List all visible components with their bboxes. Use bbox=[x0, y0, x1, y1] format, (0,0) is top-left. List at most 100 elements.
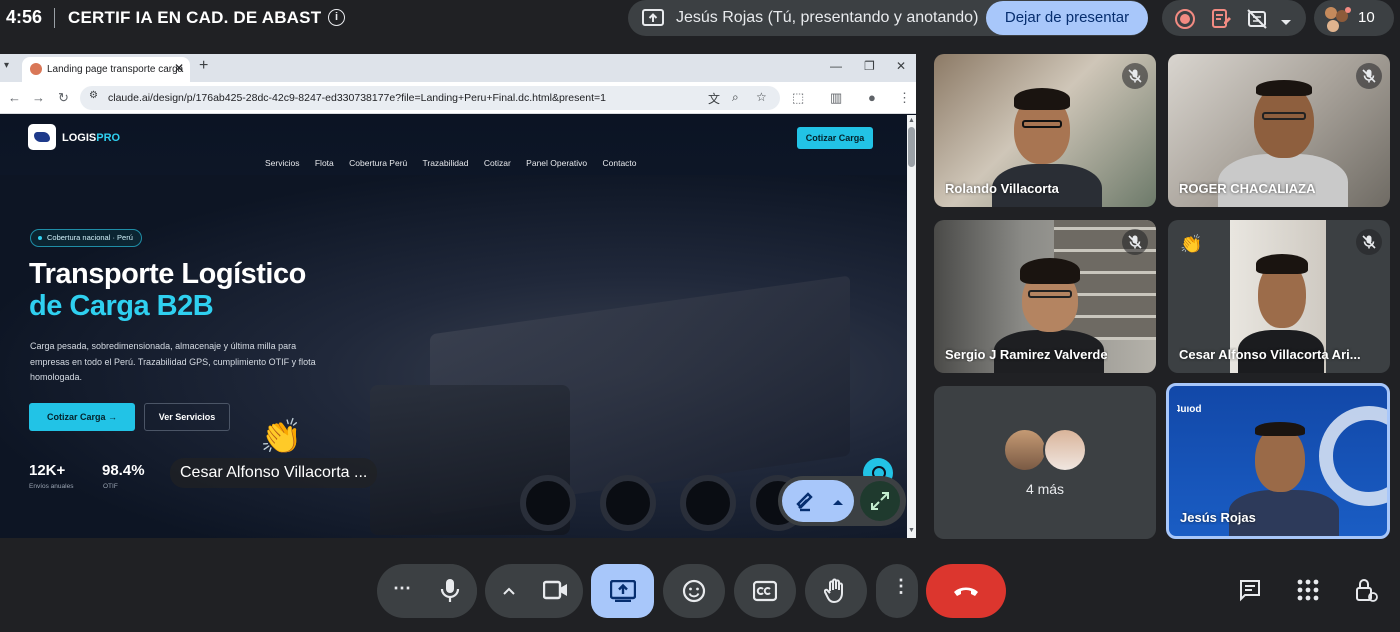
hang-up-icon bbox=[954, 587, 978, 596]
activities-icon[interactable] bbox=[1296, 578, 1320, 607]
coverage-badge: Cobertura nacional · Perú bbox=[30, 229, 142, 247]
url-input[interactable]: ⚙ claude.ai/design/p/176ab425-28dc-42c9-… bbox=[80, 86, 780, 110]
site-logo-icon[interactable] bbox=[28, 124, 56, 150]
nav-cobertura[interactable]: Cobertura Perú bbox=[349, 158, 407, 168]
site-nav: Servicios Flota Cobertura Perú Trazabili… bbox=[265, 158, 650, 168]
quote-cargo-button[interactable]: Cotizar Carga → bbox=[29, 403, 135, 431]
participant-name: Jesús Rojas bbox=[1180, 510, 1256, 525]
more-options-button[interactable]: ⋮ bbox=[876, 564, 918, 618]
site-info-icon[interactable]: ⚙ bbox=[89, 90, 98, 101]
meet-top-bar: 4:56 CERTIF IA EN CAD. DE ABAST i Jesús … bbox=[0, 0, 1400, 36]
participant-name: Cesar Alfonso Villacorta Ari... bbox=[1179, 347, 1361, 362]
browser-tab[interactable]: Landing page transporte carga ✕ bbox=[22, 57, 190, 82]
kebab-menu-icon: ⋮ bbox=[892, 576, 910, 596]
back-icon[interactable]: ← bbox=[8, 90, 21, 105]
stop-presenting-button[interactable]: Dejar de presentar bbox=[986, 1, 1148, 35]
chat-icon[interactable] bbox=[1238, 578, 1262, 607]
clock: 4:56 bbox=[6, 7, 43, 27]
participants-button[interactable]: 10 bbox=[1314, 0, 1394, 36]
leave-call-button[interactable] bbox=[926, 564, 1006, 618]
hero-headline: Transporte Logístico bbox=[29, 258, 306, 290]
record-icon[interactable] bbox=[1174, 8, 1196, 35]
truck-wheel bbox=[680, 475, 736, 531]
stat-value: 98.4% bbox=[102, 462, 145, 479]
present-screen-icon bbox=[642, 8, 664, 33]
captions-off-icon[interactable] bbox=[1246, 8, 1268, 35]
camera-icon bbox=[543, 580, 567, 600]
forward-icon[interactable]: → bbox=[32, 90, 45, 105]
divider bbox=[54, 8, 55, 28]
clap-reaction-icon: 👏 bbox=[260, 418, 303, 456]
extensions-icon[interactable]: ⬚ bbox=[792, 90, 804, 106]
reactions-button[interactable] bbox=[663, 564, 725, 618]
site-logo-text[interactable]: LOGISPRO bbox=[62, 132, 120, 144]
reading-mode-icon[interactable]: ▥ bbox=[830, 90, 842, 106]
participant-name: Sergio J Ramirez Valverde bbox=[945, 347, 1108, 362]
annotate-pen-button[interactable] bbox=[782, 480, 854, 522]
minimize-icon[interactable]: — bbox=[830, 59, 842, 73]
tab-title: Landing page transporte carga bbox=[47, 64, 184, 75]
close-icon[interactable]: ✕ bbox=[174, 61, 184, 75]
nav-cotizar[interactable]: Cotizar bbox=[484, 158, 511, 168]
shared-screen: ▾ Landing page transporte carga ✕ + — ❐ … bbox=[0, 54, 916, 538]
participant-tile[interactable]: Rolando Villacorta bbox=[934, 54, 1156, 207]
nav-trazabilidad[interactable]: Trazabilidad bbox=[422, 158, 468, 168]
browser-menu-icon[interactable]: ⋮ bbox=[898, 90, 911, 106]
new-tab-icon[interactable]: + bbox=[199, 57, 208, 75]
restore-icon[interactable]: ❐ bbox=[864, 59, 875, 73]
scroll-up-icon[interactable]: ▲ bbox=[908, 117, 915, 124]
avatar bbox=[1003, 428, 1047, 472]
hero-lead: Carga pesada, sobredimensionada, almacen… bbox=[30, 341, 316, 382]
captions-button[interactable] bbox=[734, 564, 796, 618]
nav-servicios[interactable]: Servicios bbox=[265, 158, 299, 168]
browser-tab-bar: ▾ Landing page transporte carga ✕ + — ❐ … bbox=[0, 54, 916, 82]
present-now-button[interactable] bbox=[591, 564, 654, 618]
participant-tile[interactable]: 👏 Cesar Alfonso Villacorta Ari... bbox=[1168, 220, 1390, 373]
nav-contacto[interactable]: Contacto bbox=[603, 158, 637, 168]
bookmark-star-icon[interactable]: ☆ bbox=[756, 90, 767, 104]
host-controls-lock-icon[interactable] bbox=[1354, 578, 1378, 609]
stat-label: OTIF bbox=[103, 483, 118, 490]
raise-hand-button[interactable] bbox=[805, 564, 867, 618]
more-participants-tile[interactable]: 4 más bbox=[934, 386, 1156, 539]
present-screen-icon bbox=[610, 580, 636, 602]
truck-wheel bbox=[520, 475, 576, 531]
claude-favicon-icon bbox=[30, 63, 42, 75]
quote-cargo-top-button[interactable]: Cotizar Carga bbox=[797, 127, 873, 149]
chevron-up-icon bbox=[833, 500, 843, 505]
notes-icon[interactable] bbox=[1210, 8, 1232, 35]
expand-button[interactable] bbox=[860, 481, 900, 521]
scrollbar-thumb[interactable] bbox=[908, 127, 915, 167]
reaction-sender-name: Cesar Alfonso Villacorta ... bbox=[170, 458, 378, 488]
nav-flota[interactable]: Flota bbox=[315, 158, 334, 168]
chevron-down-icon[interactable] bbox=[1280, 14, 1292, 32]
profile-avatar[interactable]: ● bbox=[868, 90, 876, 105]
nav-panel-operativo[interactable]: Panel Operativo bbox=[526, 158, 587, 168]
info-icon[interactable]: i bbox=[328, 9, 345, 26]
top-tools bbox=[1162, 0, 1306, 36]
self-view-tile[interactable]: ʇuıod Jesús Rojas bbox=[1166, 383, 1390, 539]
tab-search-icon[interactable]: ▾ bbox=[4, 60, 9, 71]
chevron-up-icon bbox=[503, 587, 515, 595]
banner-logo bbox=[1319, 406, 1387, 506]
truck-wheel bbox=[600, 475, 656, 531]
audio-settings-icon[interactable]: ⋯ bbox=[393, 578, 411, 599]
participant-name: Rolando Villacorta bbox=[945, 181, 1059, 196]
participant-tile[interactable]: Sergio J Ramirez Valverde bbox=[934, 220, 1156, 373]
avatar bbox=[1043, 428, 1087, 472]
participant-tile[interactable]: ROGER CHACALIAZA bbox=[1168, 54, 1390, 207]
mic-off-icon bbox=[1356, 229, 1382, 255]
mic-off-icon bbox=[1356, 63, 1382, 89]
view-services-button[interactable]: Ver Servicios bbox=[144, 403, 230, 431]
zoom-icon[interactable]: ⌕ bbox=[732, 90, 739, 105]
video-controls bbox=[485, 564, 583, 618]
landing-page: LOGISPRO Cotizar Carga Servicios Flota C… bbox=[0, 115, 907, 538]
mic-button[interactable] bbox=[423, 564, 477, 618]
url-text: claude.ai/design/p/176ab425-28dc-42c9-82… bbox=[108, 92, 606, 104]
reload-icon[interactable]: ↻ bbox=[58, 90, 69, 106]
scroll-down-icon[interactable]: ▼ bbox=[908, 527, 915, 534]
scrollbar[interactable]: ▲ ▼ bbox=[907, 115, 916, 538]
more-participants-label: 4 más bbox=[1025, 481, 1065, 497]
translate-icon[interactable]: 文 bbox=[708, 90, 720, 107]
window-close-icon[interactable]: ✕ bbox=[896, 59, 906, 73]
